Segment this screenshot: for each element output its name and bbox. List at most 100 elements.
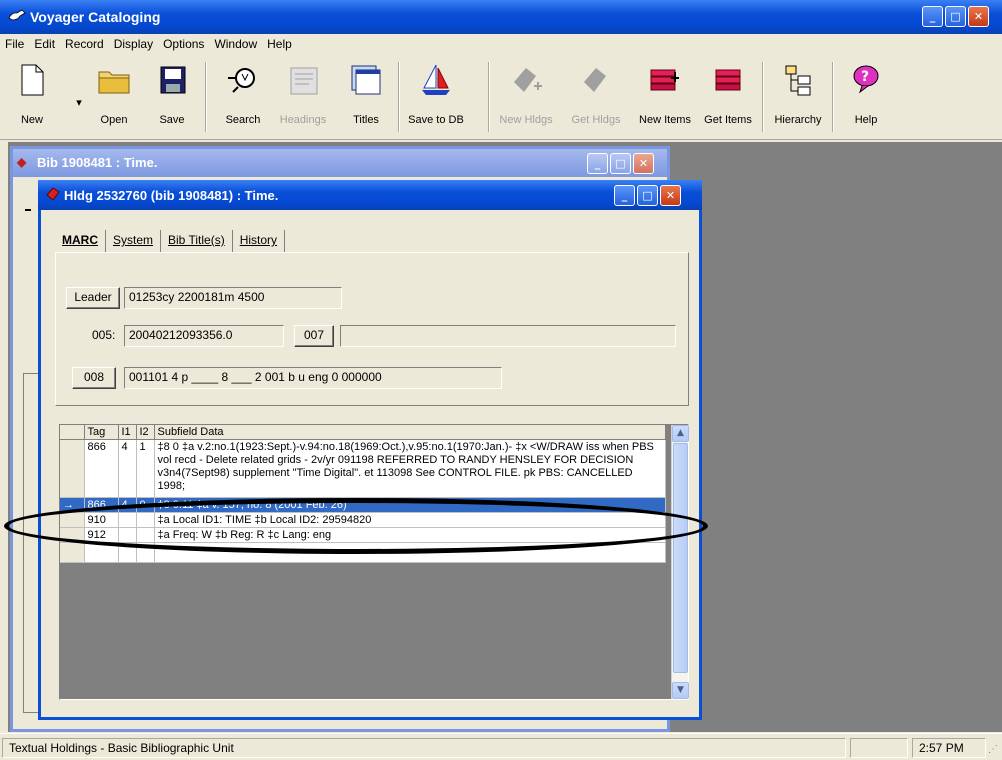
tab-history[interactable]: History [233,230,286,252]
grid-vertical-scrollbar[interactable]: ▲ ▼ [671,425,689,699]
subfield-data-cell[interactable]: ‡a Local ID1: TIME ‡b Local ID2: 2959482… [154,512,666,528]
field-008-button[interactable]: 008 [72,367,116,389]
app-icon [8,8,26,25]
menu-options[interactable]: Options [158,34,209,51]
subfield-data-cell[interactable] [154,542,666,563]
table-row[interactable]: 910 ‡a Local ID1: TIME ‡b Local ID2: 295… [60,512,666,528]
field-007-value[interactable] [340,325,676,347]
headings-button[interactable]: Headings [274,62,332,126]
indicator2-cell[interactable] [136,542,155,563]
menu-display[interactable]: Display [109,34,158,51]
new-button[interactable]: New [12,62,52,126]
field-007-button[interactable]: 007 [294,325,334,347]
indicator1-cell[interactable] [118,512,137,528]
indicator1-cell[interactable] [118,527,137,543]
maximize-button[interactable]: □ [610,153,631,174]
sailboat-icon [418,62,454,98]
toolbar-separator [762,62,764,132]
new-dropdown-arrow[interactable]: ▾ [72,62,86,109]
table-row[interactable]: 866 4 1 ‡8 0 ‡a v.2:no.1(1923:Sept.)-v.9… [60,439,666,498]
grid-header-row: Tag I1 I2 Subfield Data [60,425,666,440]
close-button[interactable]: ✕ [660,185,681,206]
open-button[interactable]: Open [92,62,136,126]
scroll-up-arrow-icon[interactable]: ▲ [672,425,689,442]
row-selector[interactable] [60,512,85,528]
menu-window[interactable]: Window [209,34,262,51]
row-selector[interactable] [60,542,85,563]
maximize-button[interactable]: □ [945,6,966,27]
tab-system[interactable]: System [106,230,162,252]
hierarchy-button[interactable]: Hierarchy [770,62,826,126]
maximize-button[interactable]: □ [637,185,658,206]
subfield-data-cell[interactable]: ‡a Freq: W ‡b Reg: R ‡c Lang: eng [154,527,666,543]
tag-cell[interactable] [84,542,119,563]
table-row-selected[interactable]: → 866 4 0 ‡8 0.11 ‡a v. 157, no. 8 (2001… [60,497,666,513]
indicator2-cell[interactable]: 0 [136,497,155,513]
toolbar-separator [398,62,400,132]
new-items-button[interactable]: New Items [632,62,698,126]
row-selector[interactable] [60,439,85,498]
minimize-button[interactable]: _ [614,185,635,206]
search-button[interactable]: Search [218,62,268,126]
tag-cell[interactable]: 910 [84,512,119,528]
indicator2-cell[interactable] [136,512,155,528]
menu-help[interactable]: Help [262,34,297,51]
new-hldgs-button[interactable]: New Hldgs [494,62,558,126]
minimize-button[interactable]: _ [587,153,608,174]
indicator1-cell[interactable] [118,542,137,563]
close-button[interactable]: ✕ [633,153,654,174]
resize-grip-icon[interactable]: ⋰ [988,744,998,755]
marc-tab-panel: Leader 01253cy 2200181m 4500 005: 200402… [55,252,689,406]
indicator2-cell[interactable]: 1 [136,439,155,498]
save-to-db-button[interactable]: Save to DB [406,62,466,126]
marc-fields-table: Tag I1 I2 Subfield Data 866 4 1 ‡8 0 ‡a … [60,425,666,563]
field-008-value[interactable]: 001101 4 p ____ 8 ___ 2 001 b u eng 0 00… [124,367,502,389]
row-selector[interactable] [60,527,85,543]
status-panel-empty [850,738,908,758]
tag-cell[interactable]: 866 [84,439,119,498]
holdings-window-title: Hldg 2532760 (bib 1908481) : Time. [64,188,279,203]
toolbar-separator [205,62,207,132]
leader-field[interactable]: 01253cy 2200181m 4500 [124,287,342,309]
menu-file[interactable]: File [0,34,29,51]
menu-record[interactable]: Record [60,34,109,51]
status-bar: Textual Holdings - Basic Bibliographic U… [0,733,1002,760]
indicator1-cell[interactable]: 4 [118,439,137,498]
indicator2-cell[interactable] [136,527,155,543]
marc-fields-grid: Tag I1 I2 Subfield Data 866 4 1 ‡8 0 ‡a … [59,424,689,700]
subfield-data-cell[interactable]: ‡8 0.11 ‡a v. 157, no. 8 (2001 Feb. 26) [154,497,666,513]
tab-bib-titles[interactable]: Bib Title(s) [161,230,233,252]
hierarchy-icon [780,62,816,98]
table-row-empty[interactable] [60,542,666,563]
headings-icon [285,62,321,98]
minimize-button[interactable]: _ [922,6,943,27]
row-selector[interactable]: → [60,497,85,513]
bib-window-title-bar[interactable]: ◆ Bib 1908481 : Time. _ □ ✕ [13,149,667,177]
indicator1-cell[interactable]: 4 [118,497,137,513]
column-header-i2[interactable]: I2 [136,425,155,440]
tab-marc[interactable]: MARC [55,230,106,252]
holdings-window-title-bar[interactable]: Hldg 2532760 (bib 1908481) : Time. _ □ ✕ [38,180,702,210]
column-header-subfield-data[interactable]: Subfield Data [154,425,666,440]
scroll-down-arrow-icon[interactable]: ▼ [672,682,689,699]
tag-cell[interactable]: 912 [84,527,119,543]
subfield-data-cell[interactable]: ‡8 0 ‡a v.2:no.1(1923:Sept.)-v.94:no.18(… [154,439,666,498]
holdings-tabs: MARC System Bib Title(s) History [55,230,286,252]
field-005-value[interactable]: 20040212093356.0 [124,325,284,347]
holdings-record-icon [46,187,60,204]
get-hldgs-button[interactable]: Get Hldgs [566,62,626,126]
holdings-window: Hldg 2532760 (bib 1908481) : Time. _ □ ✕… [38,180,702,720]
leader-button[interactable]: Leader [66,287,120,309]
save-button[interactable]: Save [152,62,192,126]
scrollbar-thumb[interactable] [673,443,688,673]
titles-button[interactable]: Titles [346,62,386,126]
tag-cell[interactable]: 866 [84,497,119,513]
get-items-button[interactable]: Get Items [700,62,756,126]
titles-icon [348,62,384,98]
menu-edit[interactable]: Edit [29,34,60,51]
column-header-i1[interactable]: I1 [118,425,137,440]
help-button[interactable]: ? Help [846,62,886,126]
table-row[interactable]: 912 ‡a Freq: W ‡b Reg: R ‡c Lang: eng [60,527,666,543]
close-button[interactable]: ✕ [968,6,989,27]
column-header-tag[interactable]: Tag [84,425,119,440]
